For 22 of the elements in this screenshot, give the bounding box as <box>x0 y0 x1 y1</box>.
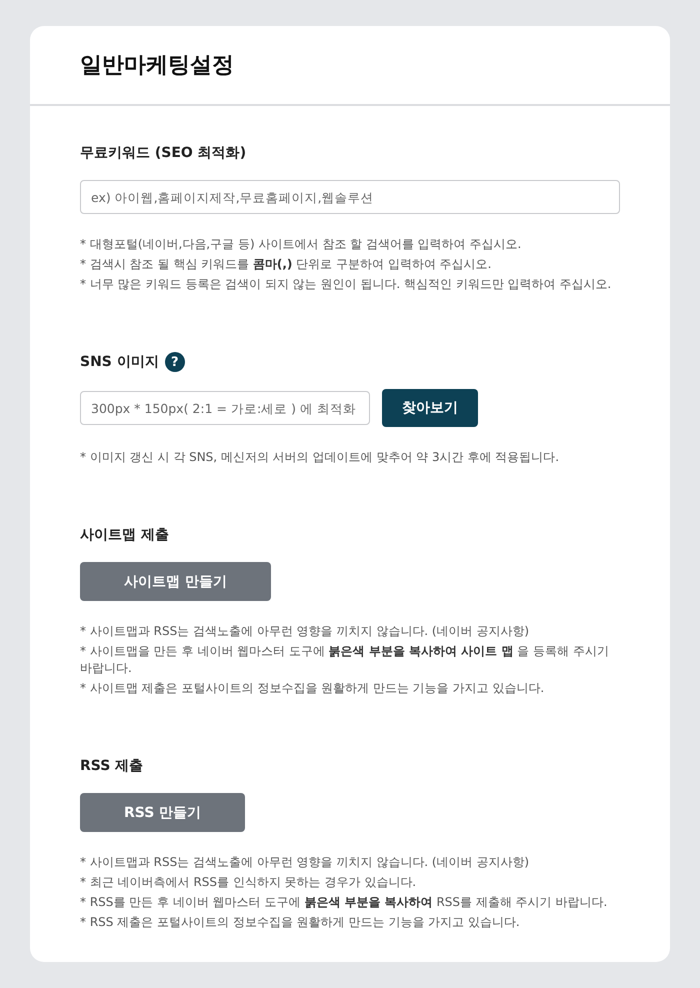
note-text: * 검색시 참조 될 핵심 키워드를 콤마(,) 단위로 구분하여 입력하여 주십시오. <box>80 256 492 273</box>
note-text: * 최근 네이버측에서 RSS를 인식하지 못하는 경우가 있습니다. <box>80 874 418 891</box>
note-text: * 사이트맵과 RSS는 검색노출에 아무런 영향을 끼치지 않습니다. (네이버 공지사항) <box>80 854 530 871</box>
note-text: * RSS 제출은 포털사이트의 정보수집을 원활하게 만드는 기능을 가지고 있습니다. <box>80 914 521 931</box>
create-button[interactable]: 사이트맵 만들기 <box>80 562 271 601</box>
image-path-input[interactable]: 300px * 150px( 2:1 = 가로:세로 ) 에 최적화 <box>80 391 370 425</box>
note-text: * 사이트맵과 RSS는 검색노출에 아무런 영향을 끼치지 않습니다. (네이버 공지사항) <box>80 623 530 640</box>
note-text: * RSS를 만든 후 네이버 웹마스터 도구에 붉은색 부분을 복사하여 RSS를 제출해 주시기 바랍니다. <box>80 894 608 911</box>
note-text: * 사이트맵 제출은 포털사이트의 정보수집을 원활하게 만드는 기능을 가지고 있습니다. <box>80 680 546 697</box>
section-heading: SNS 이미지 <box>80 353 159 372</box>
note-text: * 이미지 갱신 시 각 SNS, 메신저의 서버의 업데이트에 맞추어 약 3시간 후에 적용됩니다. <box>80 449 560 466</box>
note-text: * 사이트맵을 만든 후 네이버 웹마스터 도구에 붉은색 부분을 복사하여 사이트 맵을 등록해 주시기 바랍니다. <box>80 643 610 677</box>
section-heading: 무료키워드 (SEO 최적화) <box>80 144 246 163</box>
help-icon[interactable]: ? <box>164 352 185 372</box>
keyword-input[interactable]: ex) 아이웹,홈페이지제작,무료홈페이지,웹솔루션 <box>80 180 620 214</box>
note-text: * 너무 많은 키워드 등록은 검색이 되지 않는 원인이 됩니다. 핵심적인 키워드만 입력하여 주십시오. <box>80 276 612 293</box>
create-button[interactable]: RSS 만들기 <box>80 793 246 832</box>
browse-button[interactable]: 찾아보기 <box>382 389 478 427</box>
page-title: 일반마케팅설정 <box>80 52 235 80</box>
section-heading: 사이트맵 제출 <box>80 526 169 545</box>
section-heading: RSS 제출 <box>80 757 144 776</box>
note-text: * 대형포털(네이버,다음,구글 등) 사이트에서 참조 할 검색어를 입력하여 주십시오. <box>80 236 522 253</box>
